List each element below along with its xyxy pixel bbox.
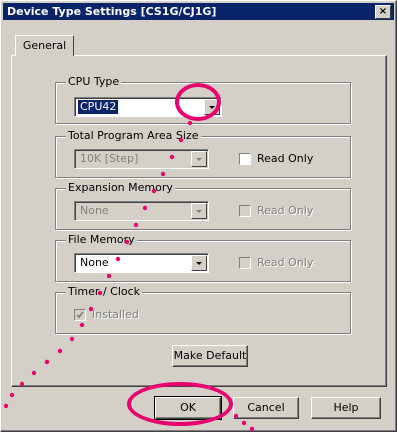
annotation-dotted-lines (3, 120, 255, 432)
tab-general[interactable]: General (15, 35, 74, 56)
annotation-dots (3, 120, 255, 432)
